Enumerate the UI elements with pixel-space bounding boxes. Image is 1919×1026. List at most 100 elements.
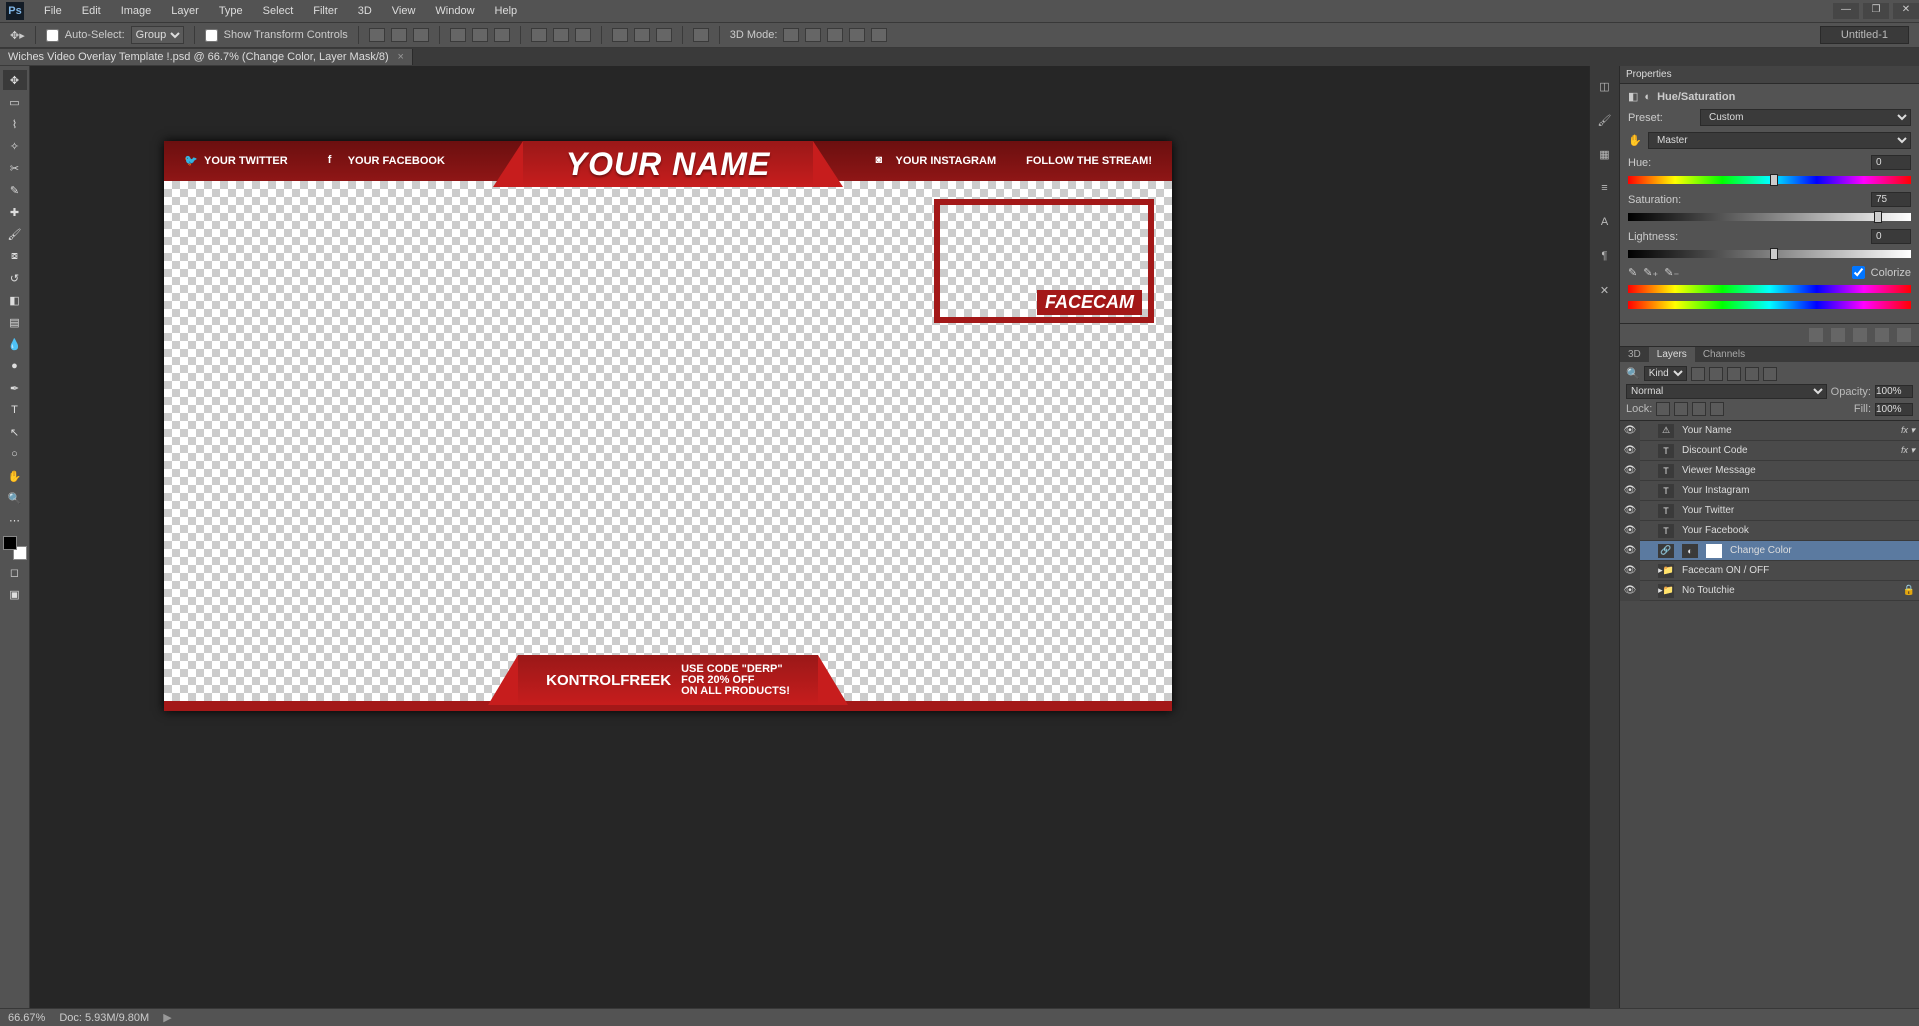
3d-drag-icon[interactable] bbox=[827, 28, 843, 42]
history-brush-tool[interactable]: ↺ bbox=[3, 268, 27, 288]
menu-layer[interactable]: Layer bbox=[161, 0, 209, 22]
pen-tool[interactable]: ✒ bbox=[3, 378, 27, 398]
status-flyout-icon[interactable]: ▶ bbox=[163, 1011, 171, 1024]
tab-layers[interactable]: Layers bbox=[1649, 347, 1695, 362]
wand-tool[interactable]: ✧ bbox=[3, 136, 27, 156]
trash-icon[interactable] bbox=[1897, 328, 1911, 342]
brush-tool[interactable]: 🖌 bbox=[3, 224, 27, 244]
visibility-toggle[interactable] bbox=[1620, 421, 1640, 441]
dodge-tool[interactable]: ● bbox=[3, 356, 27, 376]
filter-type-icon[interactable] bbox=[1727, 367, 1741, 381]
eyedropper-tool[interactable]: ✎ bbox=[3, 180, 27, 200]
hue-slider[interactable] bbox=[1628, 176, 1911, 188]
tab-3d[interactable]: 3D bbox=[1620, 347, 1649, 362]
crop-tool[interactable]: ✂ bbox=[3, 158, 27, 178]
3d-slide-icon[interactable] bbox=[849, 28, 865, 42]
layer-row[interactable]: TYour Instagram bbox=[1620, 481, 1919, 501]
3d-rotate-icon[interactable] bbox=[783, 28, 799, 42]
blend-mode-dropdown[interactable]: Normal bbox=[1626, 384, 1827, 399]
layer-row[interactable]: TViewer Message bbox=[1620, 461, 1919, 481]
visibility-toggle[interactable] bbox=[1620, 521, 1640, 541]
quick-mask[interactable]: ◻ bbox=[3, 562, 27, 582]
fx-badge[interactable]: fx ▾ bbox=[1901, 425, 1915, 436]
path-tool[interactable]: ↖ bbox=[3, 422, 27, 442]
filter-kind-dropdown[interactable]: Kind bbox=[1644, 366, 1687, 381]
tools-panel-icon[interactable]: ✕ bbox=[1596, 282, 1614, 298]
opacity-input[interactable] bbox=[1875, 385, 1913, 398]
document-tab[interactable]: Wiches Video Overlay Template !.psd @ 66… bbox=[0, 49, 413, 65]
saturation-input[interactable] bbox=[1871, 192, 1911, 207]
align-top-icon[interactable] bbox=[369, 28, 385, 42]
distribute-top-icon[interactable] bbox=[531, 28, 547, 42]
distribute-vcenter-icon[interactable] bbox=[553, 28, 569, 42]
visibility-icon[interactable] bbox=[1875, 328, 1889, 342]
filter-shape-icon[interactable] bbox=[1745, 367, 1759, 381]
adjustments-panel-icon[interactable]: ≡ bbox=[1596, 180, 1614, 196]
layer-row[interactable]: TYour Twitter bbox=[1620, 501, 1919, 521]
lightness-slider[interactable] bbox=[1628, 250, 1911, 262]
brush-panel-icon[interactable]: 🖌 bbox=[1596, 112, 1614, 128]
canvas-area[interactable]: 🐦YOUR TWITTER fYOUR FACEBOOK ◙YOUR INSTA… bbox=[30, 66, 1589, 1008]
fx-badge[interactable]: fx ▾ bbox=[1901, 445, 1915, 456]
eyedropper-plus-icon[interactable]: ✎₊ bbox=[1643, 266, 1658, 279]
close-tab-icon[interactable]: × bbox=[397, 51, 403, 63]
paragraph-panel-icon[interactable]: ¶ bbox=[1596, 248, 1614, 264]
visibility-toggle[interactable] bbox=[1620, 541, 1640, 561]
lock-transparent-icon[interactable] bbox=[1656, 402, 1670, 416]
marquee-tool[interactable]: ▭ bbox=[3, 92, 27, 112]
filter-adj-icon[interactable] bbox=[1709, 367, 1723, 381]
zoom-tool[interactable]: 🔍 bbox=[3, 488, 27, 508]
3d-roll-icon[interactable] bbox=[805, 28, 821, 42]
history-panel-icon[interactable]: ◫ bbox=[1596, 78, 1614, 94]
auto-align-icon[interactable] bbox=[693, 28, 709, 42]
align-hcenter-icon[interactable] bbox=[472, 28, 488, 42]
menu-3d[interactable]: 3D bbox=[348, 0, 382, 22]
visibility-toggle[interactable] bbox=[1620, 561, 1640, 581]
distribute-hcenter-icon[interactable] bbox=[634, 28, 650, 42]
eyedropper-icon[interactable]: ✎ bbox=[1628, 266, 1637, 279]
menu-help[interactable]: Help bbox=[485, 0, 528, 22]
fill-input[interactable] bbox=[1875, 403, 1913, 416]
untitled-tab[interactable]: Untitled-1 bbox=[1820, 26, 1909, 44]
layer-row[interactable]: ▸📁Facecam ON / OFF bbox=[1620, 561, 1919, 581]
visibility-toggle[interactable] bbox=[1620, 501, 1640, 521]
auto-select-checkbox[interactable] bbox=[46, 29, 59, 42]
menu-type[interactable]: Type bbox=[209, 0, 253, 22]
menu-file[interactable]: File bbox=[34, 0, 72, 22]
layer-row[interactable]: TYour Facebook bbox=[1620, 521, 1919, 541]
visibility-toggle[interactable] bbox=[1620, 581, 1640, 601]
reset-icon[interactable] bbox=[1853, 328, 1867, 342]
visibility-toggle[interactable] bbox=[1620, 461, 1640, 481]
menu-window[interactable]: Window bbox=[425, 0, 484, 22]
edit-toolbar[interactable]: ⋯ bbox=[3, 510, 27, 530]
visibility-toggle[interactable] bbox=[1620, 441, 1640, 461]
layer-row[interactable]: ▸📁No Toutchie🔒 bbox=[1620, 581, 1919, 601]
tab-channels[interactable]: Channels bbox=[1695, 347, 1753, 362]
view-prev-icon[interactable] bbox=[1831, 328, 1845, 342]
character-panel-icon[interactable]: A bbox=[1596, 214, 1614, 230]
align-vcenter-icon[interactable] bbox=[391, 28, 407, 42]
window-restore[interactable]: ❐ bbox=[1863, 3, 1889, 19]
lock-position-icon[interactable] bbox=[1692, 402, 1706, 416]
lasso-tool[interactable]: ⌇ bbox=[3, 114, 27, 134]
window-minimize[interactable]: — bbox=[1833, 3, 1859, 19]
preset-dropdown[interactable]: Custom bbox=[1700, 109, 1911, 126]
properties-panel-tab[interactable]: Properties bbox=[1620, 66, 1919, 84]
layer-row[interactable]: TDiscount Codefx ▾ bbox=[1620, 441, 1919, 461]
align-right-icon[interactable] bbox=[494, 28, 510, 42]
visibility-toggle[interactable] bbox=[1620, 481, 1640, 501]
menu-view[interactable]: View bbox=[382, 0, 426, 22]
hand-icon[interactable]: ✋ bbox=[1628, 134, 1642, 147]
move-tool[interactable]: ✥ bbox=[3, 70, 27, 90]
heal-tool[interactable]: ✚ bbox=[3, 202, 27, 222]
gradient-tool[interactable]: ▤ bbox=[3, 312, 27, 332]
shape-tool[interactable]: ○ bbox=[3, 444, 27, 464]
menu-edit[interactable]: Edit bbox=[72, 0, 111, 22]
align-left-icon[interactable] bbox=[450, 28, 466, 42]
menu-image[interactable]: Image bbox=[111, 0, 162, 22]
filter-smart-icon[interactable] bbox=[1763, 367, 1777, 381]
channel-dropdown[interactable]: Master bbox=[1648, 132, 1911, 149]
blur-tool[interactable]: 💧 bbox=[3, 334, 27, 354]
swatches-panel-icon[interactable]: ▦ bbox=[1596, 146, 1614, 162]
menu-select[interactable]: Select bbox=[253, 0, 304, 22]
